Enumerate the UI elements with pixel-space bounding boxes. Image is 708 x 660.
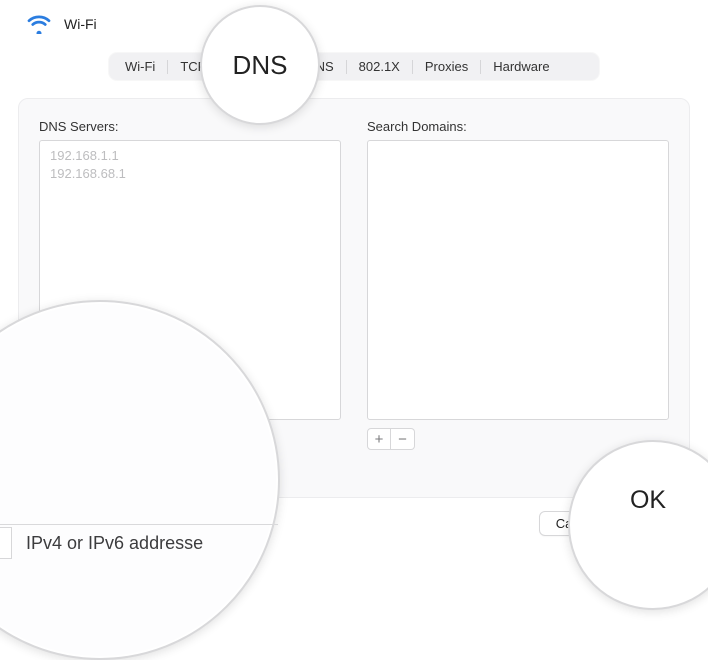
- tab-separator: [167, 60, 168, 74]
- dns-servers-column: DNS Servers: 192.168.1.1 192.168.68.1 + …: [39, 119, 341, 450]
- tab-dns[interactable]: DNS: [237, 56, 284, 77]
- tab-8021x[interactable]: 802.1X: [349, 56, 410, 77]
- magnifier-remove-button: −: [0, 527, 12, 559]
- add-dns-button[interactable]: +: [39, 428, 63, 450]
- search-domains-label: Search Domains:: [367, 119, 669, 134]
- tab-wifi[interactable]: Wi-Fi: [115, 56, 165, 77]
- search-domains-list[interactable]: [367, 140, 669, 420]
- tabbar-container: Wi-Fi TCP/IP DNS WINS 802.1X Proxies Har…: [0, 47, 708, 98]
- search-domains-buttons: + −: [367, 428, 669, 450]
- tab-separator: [412, 60, 413, 74]
- tabbar: Wi-Fi TCP/IP DNS WINS 802.1X Proxies Har…: [109, 53, 599, 80]
- dns-server-item[interactable]: 192.168.68.1: [50, 165, 330, 183]
- tab-separator: [234, 60, 235, 74]
- page-title: Wi-Fi: [64, 16, 97, 32]
- dns-servers-list[interactable]: 192.168.1.1 192.168.68.1: [39, 140, 341, 420]
- tab-separator: [287, 60, 288, 74]
- tab-wins[interactable]: WINS: [290, 56, 344, 77]
- tab-separator: [346, 60, 347, 74]
- tab-separator: [480, 60, 481, 74]
- search-domains-column: Search Domains: + −: [367, 119, 669, 450]
- dns-server-item[interactable]: 192.168.1.1: [50, 147, 330, 165]
- tab-hardware[interactable]: Hardware: [483, 56, 559, 77]
- wifi-icon: [24, 10, 54, 37]
- add-domain-button[interactable]: +: [367, 428, 391, 450]
- action-row: Cancel OK: [539, 511, 680, 536]
- tab-tcpip[interactable]: TCP/IP: [170, 56, 232, 77]
- magnifier-hint: IPv4 or IPv6 addresse: [26, 533, 203, 554]
- settings-panel: DNS Servers: 192.168.1.1 192.168.68.1 + …: [18, 98, 690, 498]
- cancel-button[interactable]: Cancel: [539, 511, 613, 536]
- remove-domain-button[interactable]: −: [391, 428, 415, 450]
- tab-proxies[interactable]: Proxies: [415, 56, 478, 77]
- dns-hint: IPv4 or IPv6 addresses: [97, 432, 231, 447]
- dns-servers-label: DNS Servers:: [39, 119, 341, 134]
- ok-button[interactable]: OK: [627, 511, 680, 536]
- window-header: Wi-Fi: [0, 0, 708, 47]
- remove-dns-button[interactable]: −: [63, 428, 87, 450]
- dns-servers-buttons: + − IPv4 or IPv6 addresses: [39, 428, 341, 450]
